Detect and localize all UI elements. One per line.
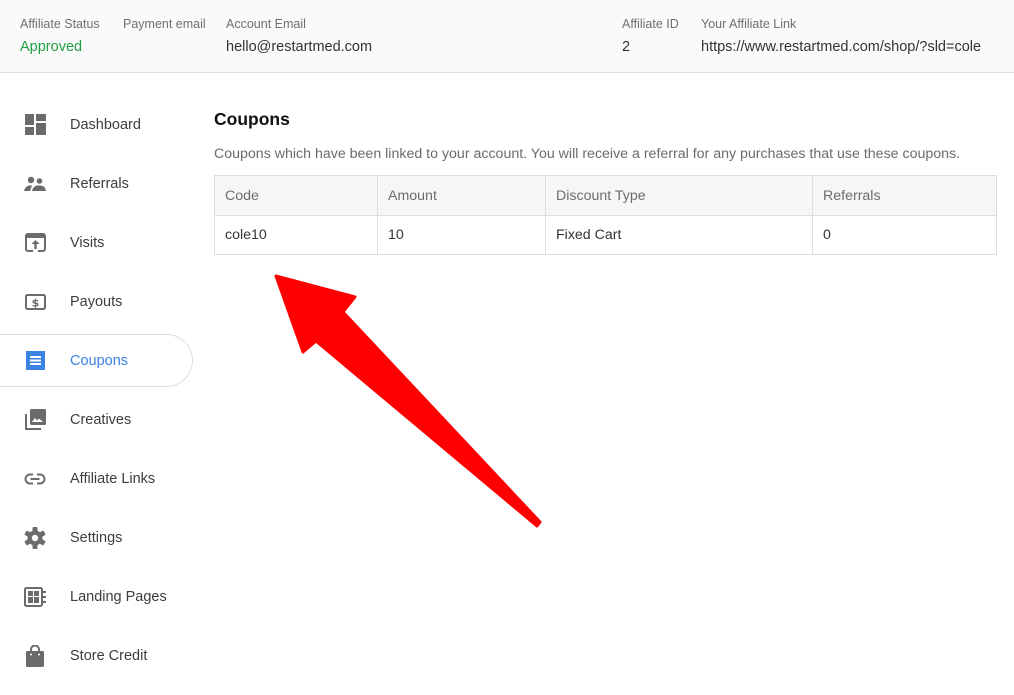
table-header-row: Code Amount Discount Type Referrals	[214, 175, 997, 216]
page-title: Coupons	[214, 109, 290, 129]
affiliate-id: Affiliate ID 2	[622, 16, 679, 57]
coupon-discount-type-cell: Fixed Cart	[545, 215, 813, 255]
affiliate-header: Affiliate Status Approved Payment email …	[0, 0, 1014, 73]
account-email-value: hello@restartmed.com	[226, 39, 373, 55]
sidebar-item-store-credit[interactable]: Store Credit	[0, 629, 200, 682]
sidebar-item-label: Visits	[70, 234, 105, 251]
sidebar-item-label: Coupons	[70, 352, 129, 369]
coupon-receipt-icon	[24, 350, 46, 372]
dashboard-icon	[24, 114, 46, 136]
sidebar-nav: Dashboard Referrals Visits $ Payouts Cou…	[0, 98, 200, 688]
affiliate-status-label: Affiliate Status	[20, 17, 100, 31]
sidebar-item-coupons[interactable]: Coupons	[0, 334, 193, 387]
sidebar-item-label: Creatives	[70, 411, 132, 428]
column-header-code: Code	[214, 175, 378, 216]
sidebar-item-payouts[interactable]: $ Payouts	[0, 275, 200, 328]
affiliate-id-value: 2	[622, 39, 631, 55]
landing-page-icon	[24, 586, 46, 608]
gear-icon	[24, 526, 46, 549]
dollar-bill-icon: $	[24, 291, 46, 313]
sidebar-item-visits[interactable]: Visits	[0, 216, 200, 269]
payment-email-label: Payment email	[123, 17, 206, 31]
coupon-referrals-cell: 0	[812, 215, 997, 255]
payment-email: Payment email	[123, 16, 206, 37]
sidebar-item-label: Store Credit	[70, 647, 148, 664]
affiliate-link: Your Affiliate Link https://www.restartm…	[701, 16, 981, 57]
sidebar-item-creatives[interactable]: Creatives	[0, 393, 200, 446]
sidebar-item-referrals[interactable]: Referrals	[0, 157, 200, 210]
people-icon	[24, 173, 46, 195]
sidebar-item-dashboard[interactable]: Dashboard	[0, 98, 200, 151]
coupons-section: Coupons Coupons which have been linked t…	[214, 98, 997, 255]
svg-text:$: $	[31, 296, 39, 309]
coupons-table: Code Amount Discount Type Referrals cole…	[214, 175, 997, 255]
link-icon	[24, 468, 46, 490]
sidebar-item-affiliate-links[interactable]: Affiliate Links	[0, 452, 200, 505]
affiliate-link-value[interactable]: https://www.restartmed.com/shop/?sld=col…	[701, 37, 981, 57]
open-in-browser-icon	[24, 232, 46, 254]
page-description: Coupons which have been linked to your a…	[214, 146, 961, 162]
column-header-amount: Amount	[377, 175, 546, 216]
sidebar-item-landing-pages[interactable]: Landing Pages	[0, 570, 200, 623]
sidebar-item-label: Landing Pages	[70, 588, 167, 605]
coupon-code-cell: cole10	[214, 215, 378, 255]
shopping-bag-icon	[24, 644, 46, 667]
account-email-label: Account Email	[226, 17, 306, 31]
sidebar-item-label: Affiliate Links	[70, 470, 156, 487]
affiliate-status-value: Approved	[20, 39, 83, 55]
sidebar-item-label: Payouts	[70, 293, 123, 310]
sidebar-item-label: Referrals	[70, 175, 129, 192]
sidebar-item-label: Settings	[70, 529, 123, 546]
table-row: cole10 10 Fixed Cart 0	[214, 215, 997, 255]
affiliate-id-label: Affiliate ID	[622, 17, 679, 31]
annotation-arrow-shape	[274, 274, 542, 528]
column-header-discount-type: Discount Type	[545, 175, 813, 216]
account-email: Account Email hello@restartmed.com	[226, 16, 372, 57]
sidebar-item-label: Dashboard	[70, 116, 141, 133]
sidebar-item-settings[interactable]: Settings	[0, 511, 200, 564]
affiliate-link-label: Your Affiliate Link	[701, 17, 797, 31]
coupon-amount-cell: 10	[377, 215, 546, 255]
column-header-referrals: Referrals	[812, 175, 997, 216]
affiliate-status: Affiliate Status Approved	[20, 16, 100, 57]
photo-library-icon	[24, 409, 46, 431]
